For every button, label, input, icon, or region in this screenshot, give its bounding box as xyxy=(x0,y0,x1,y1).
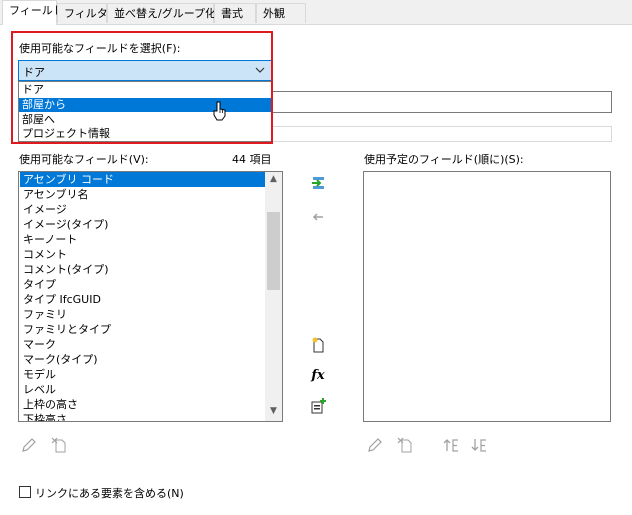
list-item[interactable]: アセンブリ名 xyxy=(20,187,266,202)
include-links-label: リンクにある要素を含める(N) xyxy=(35,487,184,500)
edit-parameter-icon[interactable] xyxy=(20,436,38,454)
list-item[interactable]: タイプ IfcGUID xyxy=(20,292,266,307)
tab-strip: フィールド フィルタ 並べ替え/グループ化 書式 外観 xyxy=(0,0,632,25)
delete-parameter-icon[interactable] xyxy=(50,436,68,454)
calculated-value-icon[interactable]: fx xyxy=(309,367,327,385)
add-field-icon[interactable] xyxy=(309,174,327,192)
available-fields-label: 使用可能なフィールド(V): xyxy=(19,153,149,166)
scroll-thumb[interactable] xyxy=(267,212,280,290)
scheduled-fields-list[interactable] xyxy=(363,171,611,422)
list-item[interactable]: マーク xyxy=(20,337,266,352)
list-item[interactable]: キーノート xyxy=(20,232,266,247)
scroll-up-icon[interactable]: ▲ xyxy=(265,174,282,184)
scheduled-fields-label: 使用予定のフィールド(順に)(S): xyxy=(364,153,524,166)
tab-filter[interactable]: フィルタ xyxy=(57,3,108,23)
tab-appearance[interactable]: 外観 xyxy=(256,3,306,23)
list-item[interactable]: 上枠の高さ xyxy=(20,397,266,412)
list-item[interactable]: アセンブリ コード xyxy=(20,172,266,187)
list-item[interactable]: コメント xyxy=(20,247,266,262)
list-item[interactable]: タイプ xyxy=(20,277,266,292)
available-fields-list[interactable]: アセンブリ コード アセンブリ名 イメージ イメージ(タイプ) キーノート コメ… xyxy=(18,171,283,422)
tab-format[interactable]: 書式 xyxy=(214,3,256,23)
list-item[interactable]: レベル xyxy=(20,382,266,397)
scroll-down-icon[interactable]: ▼ xyxy=(265,406,282,416)
combine-parameters-icon[interactable] xyxy=(309,397,327,415)
delete-scheduled-icon[interactable] xyxy=(396,436,414,454)
list-item[interactable]: イメージ xyxy=(20,202,266,217)
move-up-icon[interactable] xyxy=(442,436,460,454)
list-item[interactable]: ファミリとタイプ xyxy=(20,322,266,337)
tab-fields[interactable]: フィールド xyxy=(2,0,64,25)
include-links-checkbox[interactable] xyxy=(19,486,31,498)
list-item[interactable]: コメント(タイプ) xyxy=(20,262,266,277)
list-item[interactable]: イメージ(タイプ) xyxy=(20,217,266,232)
list-item[interactable]: 下枠高さ xyxy=(20,412,266,421)
move-down-icon[interactable] xyxy=(470,436,488,454)
vertical-scrollbar[interactable]: ▲ ▼ xyxy=(265,172,282,421)
available-count: 44 項目 xyxy=(232,153,272,166)
tab-sort-group[interactable]: 並べ替え/グループ化 xyxy=(107,3,216,23)
list-item[interactable]: マーク(タイプ) xyxy=(20,352,266,367)
edit-scheduled-icon[interactable] xyxy=(366,436,384,454)
highlight-frame xyxy=(11,31,273,144)
remove-field-icon[interactable] xyxy=(309,208,327,226)
list-item[interactable]: ファミリ xyxy=(20,307,266,322)
list-item[interactable]: モデル xyxy=(20,367,266,382)
new-parameter-icon[interactable] xyxy=(309,336,327,354)
